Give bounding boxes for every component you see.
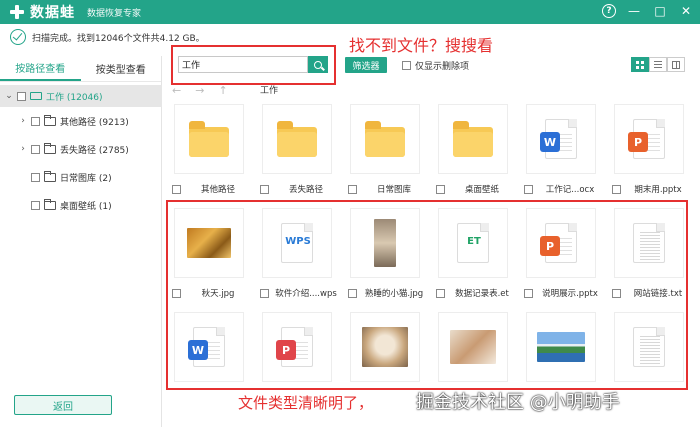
list-icon <box>654 61 662 68</box>
folder-icon <box>44 142 56 154</box>
files-highlight-box <box>166 200 688 390</box>
title-bar: 数据蛙 数据恢复专家 ? — □ ✕ <box>0 0 700 24</box>
app-subtitle: 数据恢复专家 <box>87 8 142 19</box>
scan-status-text: 扫描完成。找到12046个文件共4.12 GB。 <box>32 33 205 44</box>
close-button[interactable]: ✕ <box>678 3 694 19</box>
check-circle-icon <box>10 29 26 45</box>
file-label-row: 丢失路径 <box>260 182 337 196</box>
grid-view-button[interactable] <box>631 57 649 72</box>
folder-icon <box>44 114 56 126</box>
detail-view-button[interactable] <box>667 57 685 72</box>
file-checkbox[interactable] <box>348 184 357 194</box>
app-name: 数据蛙 <box>30 5 75 21</box>
tab-by-type[interactable]: 按类型查看 <box>81 56 162 81</box>
tree-item-desktop-wallpaper[interactable]: 桌面壁纸 (1) <box>18 196 112 214</box>
tree-checkbox[interactable] <box>31 200 40 210</box>
file-label-row: 其他路径 <box>172 182 249 196</box>
file-checkbox[interactable] <box>524 184 533 194</box>
file-name: 其他路径 <box>200 185 235 195</box>
tree-root-work[interactable]: ⌄ 工作 (12046) <box>0 85 162 107</box>
list-view-button[interactable] <box>649 57 667 72</box>
tree-item-lost-paths[interactable]: › 丢失路径 (2785) <box>18 140 129 158</box>
plus-logo-icon <box>8 3 26 21</box>
tree-root-label: 工作 (12046) <box>46 92 103 103</box>
show-deleted-checkbox[interactable] <box>402 60 411 70</box>
watermark: 掘金技术社区 @小明助手 <box>416 392 620 413</box>
sidebar: 按路径查看 按类型查看 ⌄ 工作 (12046) › 其他路径 (9213) ›… <box>0 56 162 427</box>
app-logo: 数据蛙 数据恢复专家 <box>8 2 141 22</box>
back-button[interactable]: 返回 <box>14 395 112 415</box>
view-tabs: 按路径查看 按类型查看 <box>0 56 161 82</box>
tree-item-other-paths[interactable]: › 其他路径 (9213) <box>18 112 129 130</box>
tree-item-label: 桌面壁纸 (1) <box>60 201 112 212</box>
file-checkbox[interactable] <box>612 184 621 194</box>
minimize-button[interactable]: — <box>626 3 642 19</box>
file-label-row: 桌面壁纸 <box>436 182 513 196</box>
file-tile[interactable] <box>174 104 244 174</box>
tree-item-label: 其他路径 (9213) <box>60 117 129 128</box>
file-name: 工作记...ocx <box>545 185 595 195</box>
file-tile[interactable] <box>350 104 420 174</box>
filetype-callout-text: 文件类型清晰明了， <box>238 394 374 412</box>
help-button[interactable]: ? <box>602 4 616 18</box>
tree-checkbox[interactable] <box>31 116 40 126</box>
drive-icon <box>30 92 42 100</box>
maximize-button[interactable]: □ <box>652 3 668 19</box>
file-name: 桌面壁纸 <box>464 185 499 195</box>
file-checkbox[interactable] <box>172 184 181 194</box>
file-label-row: 日常图库 <box>348 182 425 196</box>
folder-icon <box>277 121 317 157</box>
back-arrow-icon[interactable]: ← <box>172 84 181 97</box>
grid-icon <box>636 60 644 69</box>
view-mode-switch <box>631 57 685 72</box>
chevron-down-icon[interactable]: ⌄ <box>4 91 14 101</box>
file-tile[interactable]: W <box>526 104 596 174</box>
file-label-row: 期末用.pptx <box>612 182 689 196</box>
file-checkbox[interactable] <box>436 184 445 194</box>
tree-item-daily-gallery[interactable]: 日常图库 (2) <box>18 168 112 186</box>
folder-icon <box>453 121 493 157</box>
forward-arrow-icon[interactable]: → <box>195 84 204 97</box>
search-highlight-box <box>171 45 336 85</box>
folder-icon <box>365 121 405 157</box>
ppt-file-icon: P <box>628 119 665 159</box>
breadcrumb: 工作 <box>260 86 279 96</box>
up-arrow-icon[interactable]: ↑ <box>218 84 227 97</box>
tree-checkbox[interactable] <box>17 91 26 101</box>
file-tile[interactable]: P <box>614 104 684 174</box>
file-name: 丢失路径 <box>288 185 323 195</box>
file-checkbox[interactable] <box>260 184 269 194</box>
show-deleted-label: 仅显示删除项 <box>415 61 470 72</box>
folder-icon <box>44 170 56 182</box>
tab-by-path[interactable]: 按路径查看 <box>0 56 81 81</box>
tree-checkbox[interactable] <box>31 172 40 182</box>
word-file-icon: W <box>540 119 577 159</box>
filter-button[interactable]: 筛选器 <box>345 57 387 73</box>
file-tile[interactable] <box>438 104 508 174</box>
columns-icon <box>672 60 680 69</box>
tree-item-label: 丢失路径 (2785) <box>60 145 129 156</box>
folder-icon <box>189 121 229 157</box>
tree-item-label: 日常图库 (2) <box>60 173 112 184</box>
file-name: 期末用.pptx <box>634 185 682 195</box>
file-name: 日常图库 <box>376 185 411 195</box>
chevron-right-icon[interactable]: › <box>18 116 28 126</box>
file-label-row: 工作记...ocx <box>524 182 601 196</box>
nav-arrows: ← → ↑ <box>172 82 228 98</box>
show-deleted-option[interactable]: 仅显示删除项 <box>402 57 469 73</box>
search-callout-text: 找不到文件？搜搜看 <box>349 36 494 55</box>
tree-checkbox[interactable] <box>31 144 40 154</box>
file-tile[interactable] <box>262 104 332 174</box>
chevron-right-icon[interactable]: › <box>18 144 28 154</box>
folder-icon <box>44 198 56 210</box>
